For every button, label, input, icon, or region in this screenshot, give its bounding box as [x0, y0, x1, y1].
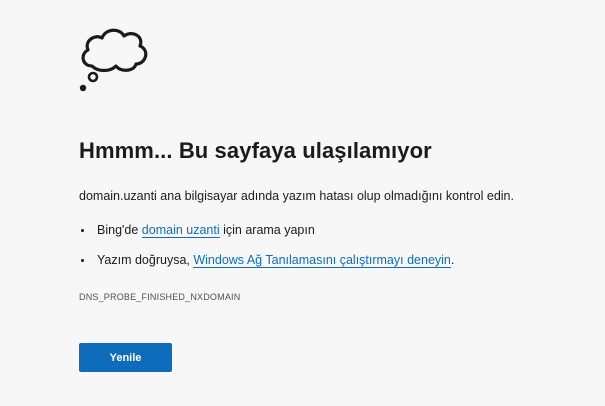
thought-cloud-icon [79, 28, 148, 92]
page-title: Hmmm... Bu sayfaya ulaşılamıyor [79, 138, 432, 163]
list-item-network-diagnostics: Yazım doğruysa, Windows Ağ Tanılamasını … [79, 252, 454, 268]
list-item-bing-search: Bing'de domain uzanti için arama yapın [79, 222, 454, 238]
reload-button[interactable]: Yenile [79, 343, 172, 372]
error-description: domain.uzanti ana bilgisayar adında yazı… [79, 189, 514, 203]
bing-search-suffix: için arama yapın [219, 223, 315, 237]
bing-search-prefix: Bing'de [97, 223, 142, 237]
bing-search-link[interactable]: domain uzanti [141, 223, 220, 238]
diagnostics-prefix: Yazım doğruysa, [97, 253, 194, 267]
suggestion-list: Bing'de domain uzanti için arama yapın Y… [79, 222, 454, 268]
diagnostics-suffix: . [450, 253, 455, 267]
error-page: Hmmm... Bu sayfaya ulaşılamıyor domain.u… [0, 0, 605, 406]
error-code: DNS_PROBE_FINISHED_NXDOMAIN [79, 292, 241, 302]
network-diagnostics-link[interactable]: Windows Ağ Tanılamasını çalıştırmayı den… [193, 253, 451, 268]
